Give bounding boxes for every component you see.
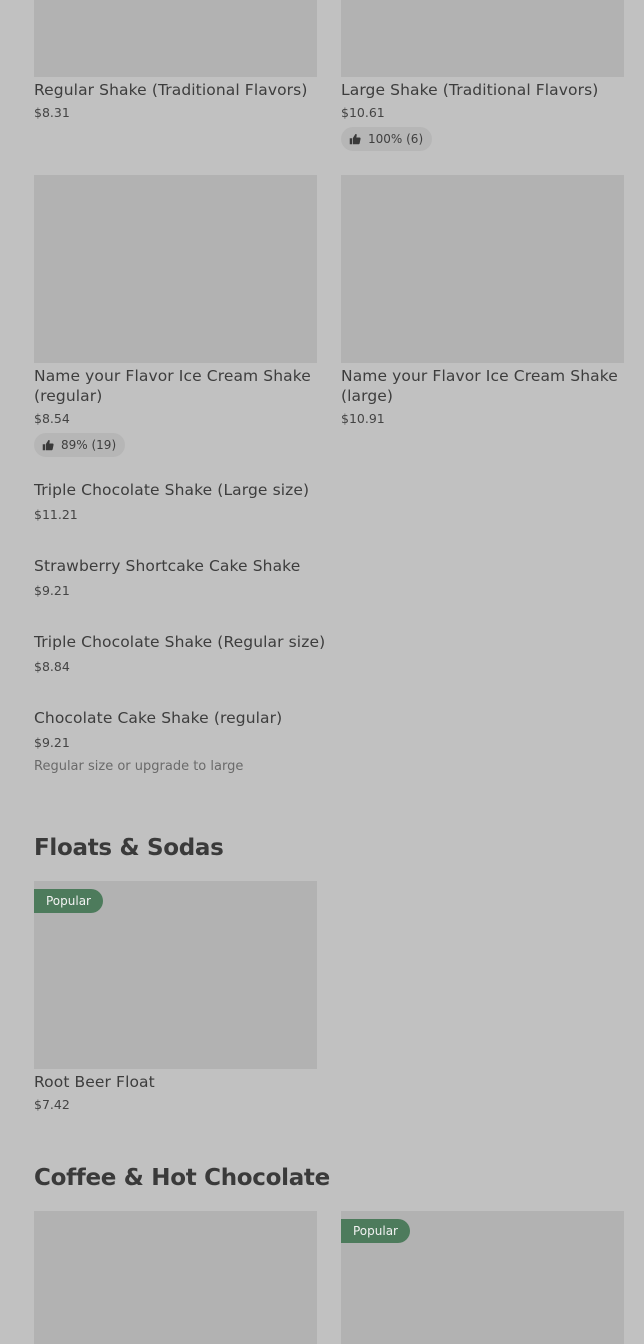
item-title-line: (large)	[341, 387, 394, 405]
item-title[interactable]: Strawberry Shortcake Cake Shake	[34, 556, 300, 576]
item-image[interactable]	[34, 0, 317, 77]
item-price: $9.21	[34, 735, 70, 750]
item-title[interactable]: Name your Flavor Ice Cream Shake (regula…	[34, 366, 314, 406]
item-price: $8.31	[34, 105, 70, 120]
section-title-floats-sodas: Floats & Sodas	[34, 835, 224, 861]
item-price: $7.42	[34, 1097, 70, 1112]
item-image[interactable]	[341, 175, 624, 363]
popular-badge: Popular	[341, 1219, 410, 1243]
popular-badge: Popular	[34, 889, 103, 913]
rating-text: 89% (19)	[61, 438, 117, 452]
item-title-line: Name your Flavor Ice Cream Shake	[34, 367, 311, 385]
item-price: $11.21	[34, 507, 78, 522]
thumbs-up-icon	[42, 439, 54, 451]
rating-pill: 100% (6)	[341, 127, 433, 151]
item-title[interactable]: Root Beer Float	[34, 1072, 155, 1092]
item-price: $9.21	[34, 583, 70, 598]
rating-pill: 89% (19)	[34, 433, 126, 457]
item-price: $8.54	[34, 411, 70, 426]
item-title[interactable]: Triple Chocolate Shake (Large size)	[34, 480, 309, 500]
item-image[interactable]	[34, 1211, 317, 1344]
item-title-line: (regular)	[34, 387, 103, 405]
thumbs-up-icon	[349, 133, 361, 145]
item-price: $10.91	[341, 411, 385, 426]
item-title[interactable]: Regular Shake (Traditional Flavors)	[34, 80, 307, 100]
section-title-coffee-hot-chocolate: Coffee & Hot Chocolate	[34, 1165, 330, 1191]
item-price: $10.61	[341, 105, 385, 120]
item-title[interactable]: Large Shake (Traditional Flavors)	[341, 80, 598, 100]
item-description: Regular size or upgrade to large	[34, 759, 244, 774]
item-title-line: Name your Flavor Ice Cream Shake	[341, 367, 618, 385]
item-image[interactable]	[34, 175, 317, 363]
rating-text: 100% (6)	[368, 132, 424, 146]
item-title[interactable]: Name your Flavor Ice Cream Shake (large)	[341, 366, 621, 406]
item-title[interactable]: Chocolate Cake Shake (regular)	[34, 708, 282, 728]
item-title[interactable]: Triple Chocolate Shake (Regular size)	[34, 632, 325, 652]
item-price: $8.84	[34, 659, 70, 674]
item-image[interactable]	[341, 0, 624, 77]
